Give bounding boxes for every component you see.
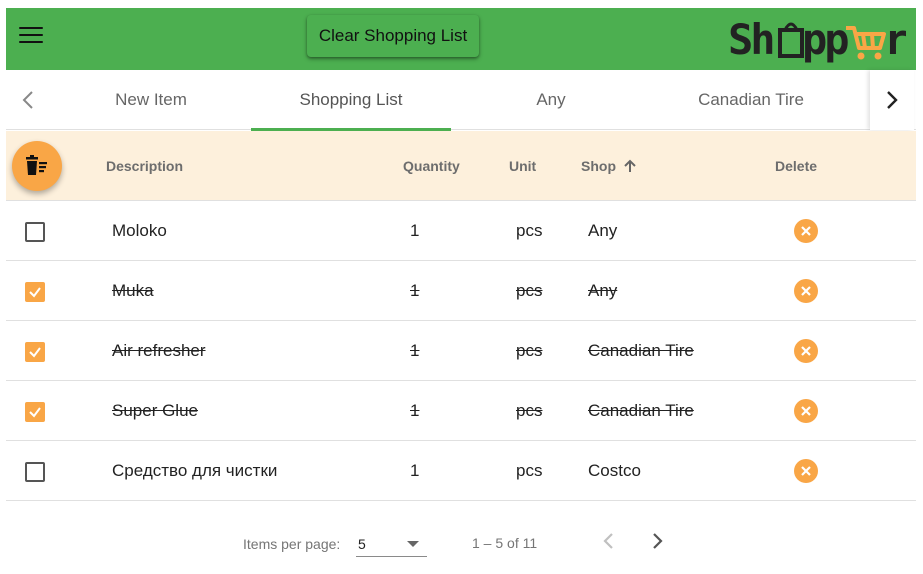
item-quantity: 1 [410,461,420,480]
item-quantity: 1 [410,221,420,240]
table-header: Description Quantity Unit Shop Delete [6,131,916,201]
item-unit: pcs [516,401,543,420]
item-shop: Costco [588,461,641,480]
svg-text:pp: pp [802,15,848,64]
tab-new-item[interactable]: New Item [51,70,251,130]
chevron-right-icon [887,91,898,109]
menu-icon[interactable] [18,22,44,46]
table-row: Средство для чистки 1 pcs Costco [6,441,916,501]
column-header-shop-label: Shop [581,158,616,174]
dropdown-arrow-icon [407,541,419,547]
item-description: Moloko [112,221,167,240]
previous-page-button[interactable] [596,529,620,553]
delete-checked-button[interactable] [12,141,62,191]
close-circle-icon [801,346,811,356]
item-quantity: 1 [410,281,420,300]
table-row: Muka 1 pcs Any [6,261,916,321]
delete-item-button[interactable] [794,219,818,243]
shopper-logo: Sh pp r [728,15,906,64]
delete-item-button[interactable] [794,399,818,423]
page-range-label: 1 – 5 of 11 [472,535,538,551]
tab-label: New Item [115,90,187,109]
item-checkbox[interactable] [25,222,45,242]
item-shop: Canadian Tire [588,401,694,420]
item-checkbox[interactable] [25,462,45,482]
item-description: Air refresher [112,341,206,360]
item-checkbox[interactable] [25,342,45,362]
items-per-page-select[interactable]: 5 [356,529,427,557]
sort-ascending-icon [624,159,636,172]
item-shop: Any [588,221,618,240]
close-circle-icon [801,226,811,236]
tab-label: Any [536,90,566,109]
item-unit: pcs [516,461,543,480]
item-checkbox[interactable] [25,282,45,302]
next-page-button[interactable] [646,529,670,553]
chevron-left-icon [22,91,33,109]
item-unit: pcs [516,281,543,300]
column-header-shop[interactable]: Shop [581,131,638,201]
items-per-page-value: 5 [358,536,366,552]
column-header-description: Description [106,158,184,174]
close-circle-icon [801,466,811,476]
item-description: Muka [112,281,154,300]
tab-label: Canadian Tire [698,90,804,109]
tab-label: Shopping List [299,90,403,109]
item-shop: Any [588,281,618,300]
tabs-scroll-left-button[interactable] [6,70,50,130]
table-row: Air refresher 1 pcs Canadian Tire [6,321,916,381]
delete-sweep-icon [26,155,47,175]
item-quantity: 1 [410,341,420,360]
tab-any[interactable]: Any [451,70,651,130]
close-circle-icon [801,286,811,296]
item-checkbox[interactable] [25,402,45,422]
column-header-unit: Unit [509,158,537,174]
chevron-right-icon [653,533,663,549]
item-description: Средство для чистки [112,461,278,480]
svg-text:Sh: Sh [728,15,773,64]
table-row: Moloko 1 pcs Any [6,201,916,261]
top-toolbar: Clear Shopping List Sh pp r [6,8,916,70]
column-header-quantity: Quantity [403,158,460,174]
app-window: Clear Shopping List Sh pp r New Item Sho… [6,8,916,568]
tab-bar: New Item Shopping List Any Canadian Tire [6,70,916,131]
checkmark-icon [29,347,41,358]
close-circle-icon [801,406,811,416]
item-unit: pcs [516,221,543,240]
item-description: Super Glue [112,401,198,420]
items-per-page-label: Items per page: [243,536,341,552]
tab-canadian-tire[interactable]: Canadian Tire [651,70,851,130]
chevron-left-icon [603,533,613,549]
checkmark-icon [29,407,41,418]
checkmark-icon [29,287,41,298]
tab-shopping-list[interactable]: Shopping List [251,70,451,131]
item-shop: Canadian Tire [588,341,694,360]
delete-item-button[interactable] [794,279,818,303]
item-unit: pcs [516,341,543,360]
table-row: Super Glue 1 pcs Canadian Tire [6,381,916,441]
paginator: Items per page: 5 1 – 5 of 11 [6,501,916,568]
column-header-delete: Delete [775,158,818,174]
item-quantity: 1 [410,401,420,420]
clear-shopping-list-button[interactable]: Clear Shopping List [307,15,479,57]
svg-text:r: r [884,15,906,64]
tabs-scroll-right-button[interactable] [870,70,914,130]
delete-item-button[interactable] [794,339,818,363]
delete-item-button[interactable] [794,459,818,483]
